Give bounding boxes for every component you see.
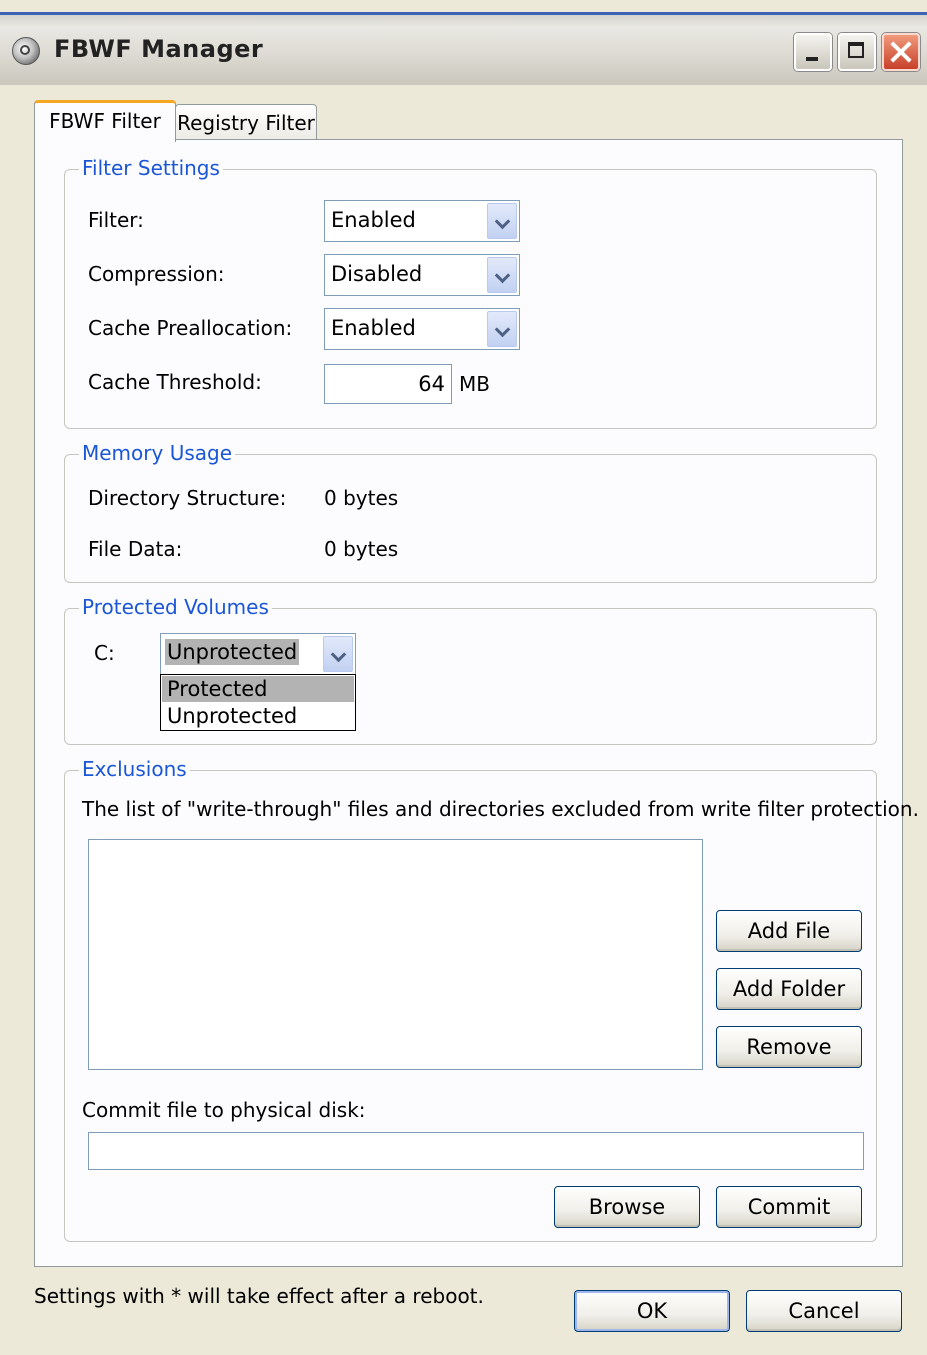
remove-button[interactable]: Remove: [716, 1026, 862, 1068]
memory-usage-legend: Memory Usage: [79, 441, 236, 465]
volume-c-combo-value: Unprotected: [165, 639, 300, 665]
cache-threshold-input[interactable]: 64: [324, 364, 452, 404]
commit-button[interactable]: Commit: [716, 1186, 862, 1228]
compression-label: Compression:: [88, 262, 225, 286]
commit-file-label: Commit file to physical disk:: [82, 1098, 366, 1122]
cache-threshold-value: 64: [418, 372, 445, 396]
filter-label: Filter:: [88, 208, 144, 232]
ok-button[interactable]: OK: [574, 1290, 730, 1332]
add-folder-button[interactable]: Add Folder: [716, 968, 862, 1010]
tab-registry-filter[interactable]: Registry Filter: [175, 104, 317, 140]
add-file-button[interactable]: Add File: [716, 910, 862, 952]
protected-volumes-legend: Protected Volumes: [79, 595, 272, 619]
volume-c-label: C:: [94, 641, 115, 665]
cache-prealloc-combo[interactable]: Enabled: [324, 308, 520, 350]
chevron-down-icon[interactable]: [487, 203, 517, 239]
filter-combo[interactable]: Enabled: [324, 200, 520, 242]
close-button[interactable]: [882, 33, 920, 71]
chevron-down-icon[interactable]: [487, 257, 517, 293]
cache-threshold-unit: MB: [459, 372, 490, 396]
chevron-down-icon[interactable]: [487, 311, 517, 347]
file-data-label: File Data:: [88, 537, 183, 561]
compression-combo-value: Disabled: [331, 262, 423, 286]
memory-usage-group: Memory Usage: [64, 441, 877, 583]
compression-combo[interactable]: Disabled: [324, 254, 520, 296]
exclusions-legend: Exclusions: [79, 757, 190, 781]
dropdown-option-unprotected[interactable]: Unprotected: [162, 703, 354, 729]
filter-combo-value: Enabled: [331, 208, 416, 232]
cache-prealloc-combo-value: Enabled: [331, 316, 416, 340]
app-disc-icon: [12, 37, 40, 65]
minimize-button[interactable]: [794, 33, 832, 71]
file-data-value: 0 bytes: [324, 537, 399, 561]
volume-c-combo[interactable]: Unprotected: [160, 633, 356, 675]
commit-path-input[interactable]: [88, 1132, 864, 1170]
cancel-button[interactable]: Cancel: [746, 1290, 902, 1332]
exclusions-listbox[interactable]: [88, 839, 703, 1070]
reboot-note: Settings with * will take effect after a…: [34, 1284, 484, 1308]
window-title: FBWF Manager: [54, 35, 264, 63]
title-bar[interactable]: FBWF Manager: [0, 12, 927, 85]
exclusions-description: The list of "write-through" files and di…: [82, 797, 919, 821]
maximize-button[interactable]: [838, 33, 876, 71]
filter-settings-legend: Filter Settings: [79, 156, 223, 180]
tab-fbwf-filter[interactable]: FBWF Filter: [34, 100, 176, 142]
volume-c-dropdown-list: Protected Unprotected: [160, 674, 356, 731]
cache-threshold-label: Cache Threshold:: [88, 370, 262, 394]
cache-prealloc-label: Cache Preallocation:: [88, 316, 293, 340]
browse-button[interactable]: Browse: [554, 1186, 700, 1228]
chevron-down-icon[interactable]: [323, 636, 353, 672]
fbwf-manager-window: FBWF Manager Registry Filter FBWF Filter…: [0, 0, 927, 1355]
dropdown-option-protected[interactable]: Protected: [162, 676, 354, 702]
directory-structure-label: Directory Structure:: [88, 486, 287, 510]
directory-structure-value: 0 bytes: [324, 486, 399, 510]
